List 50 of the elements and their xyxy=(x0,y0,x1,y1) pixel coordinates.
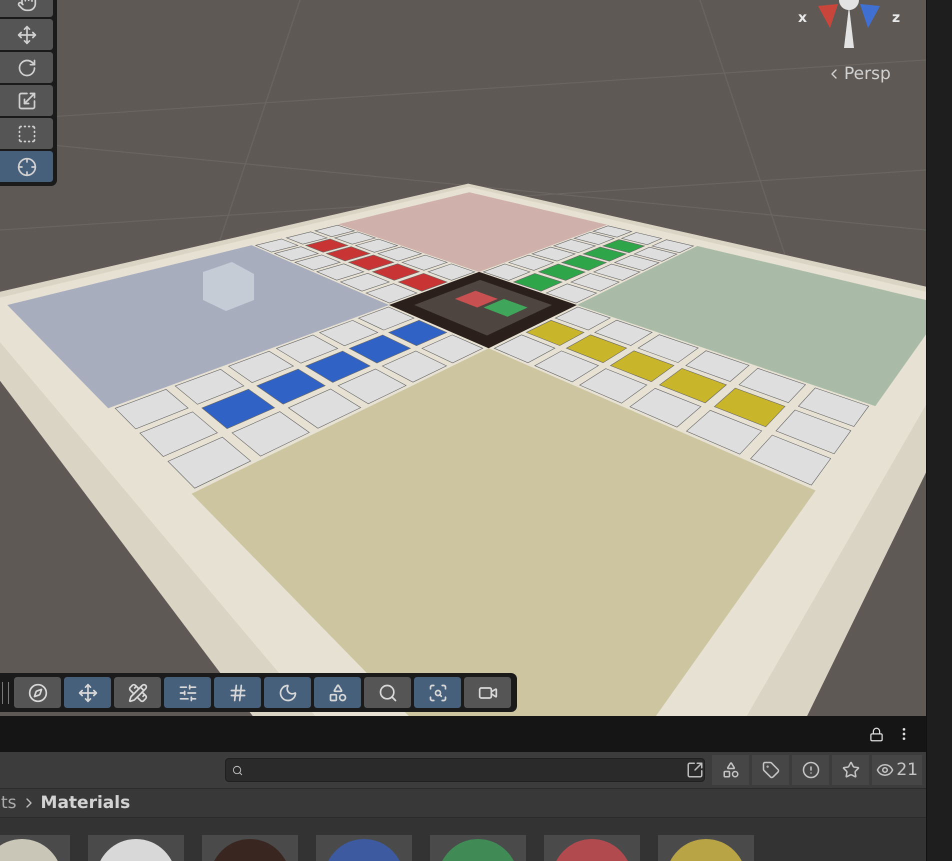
rotate-icon xyxy=(16,58,36,78)
compass-icon xyxy=(28,682,48,702)
overlay-button[interactable] xyxy=(214,677,261,708)
tool-button[interactable] xyxy=(0,118,53,149)
breadcrumb-link[interactable]: ts xyxy=(1,793,17,813)
popout-icon[interactable] xyxy=(686,761,704,779)
tool-button[interactable] xyxy=(0,151,53,182)
move-arrows-icon xyxy=(78,682,98,702)
overlay-button[interactable] xyxy=(264,677,311,708)
filter-button[interactable] xyxy=(752,755,790,785)
tool-button[interactable] xyxy=(0,19,53,50)
eye-icon xyxy=(876,761,894,779)
overlay-button[interactable] xyxy=(114,677,161,708)
dashed-rectangle-icon xyxy=(16,124,36,144)
shapes-icon xyxy=(328,682,348,702)
sliders-icon xyxy=(178,682,198,702)
crescent-icon xyxy=(278,682,298,702)
search-icon xyxy=(378,682,398,702)
overlay-button[interactable] xyxy=(464,677,511,708)
overlay-button[interactable] xyxy=(14,677,61,708)
z-axis-label: z xyxy=(892,10,900,26)
lock-icon[interactable] xyxy=(869,726,884,742)
move-arrows-icon xyxy=(16,24,36,44)
tag-icon xyxy=(762,761,780,779)
search-icon xyxy=(232,764,244,776)
x-axis-label: x xyxy=(798,10,808,26)
crosshair-icon xyxy=(16,156,36,176)
overlay-button[interactable] xyxy=(364,677,411,708)
shapes-icon xyxy=(722,761,740,779)
star-icon xyxy=(842,761,860,779)
scene-viewport[interactable]: x z Persp xyxy=(0,0,926,716)
tool-button[interactable] xyxy=(0,85,53,116)
pencil-ruler-icon xyxy=(128,682,148,702)
overlay-button[interactable] xyxy=(164,677,211,708)
filter-button[interactable] xyxy=(712,755,750,785)
search-field[interactable] xyxy=(225,758,706,782)
breadcrumb-link[interactable]: Materials xyxy=(40,793,130,813)
overlay-button[interactable] xyxy=(64,677,111,708)
drag-handle[interactable] xyxy=(2,682,9,704)
alert-icon xyxy=(802,761,820,779)
perspective-toggle[interactable]: Persp xyxy=(826,64,891,84)
filter-button[interactable] xyxy=(832,755,870,785)
overlay-button[interactable] xyxy=(314,677,361,708)
filter-button[interactable] xyxy=(792,755,830,785)
filter-button[interactable]: 21 xyxy=(872,755,922,785)
tool-button[interactable] xyxy=(0,52,53,83)
grid-icon xyxy=(228,682,248,702)
overlay-button[interactable] xyxy=(414,677,461,708)
scale-icon xyxy=(16,90,36,110)
target-icon xyxy=(428,682,448,702)
